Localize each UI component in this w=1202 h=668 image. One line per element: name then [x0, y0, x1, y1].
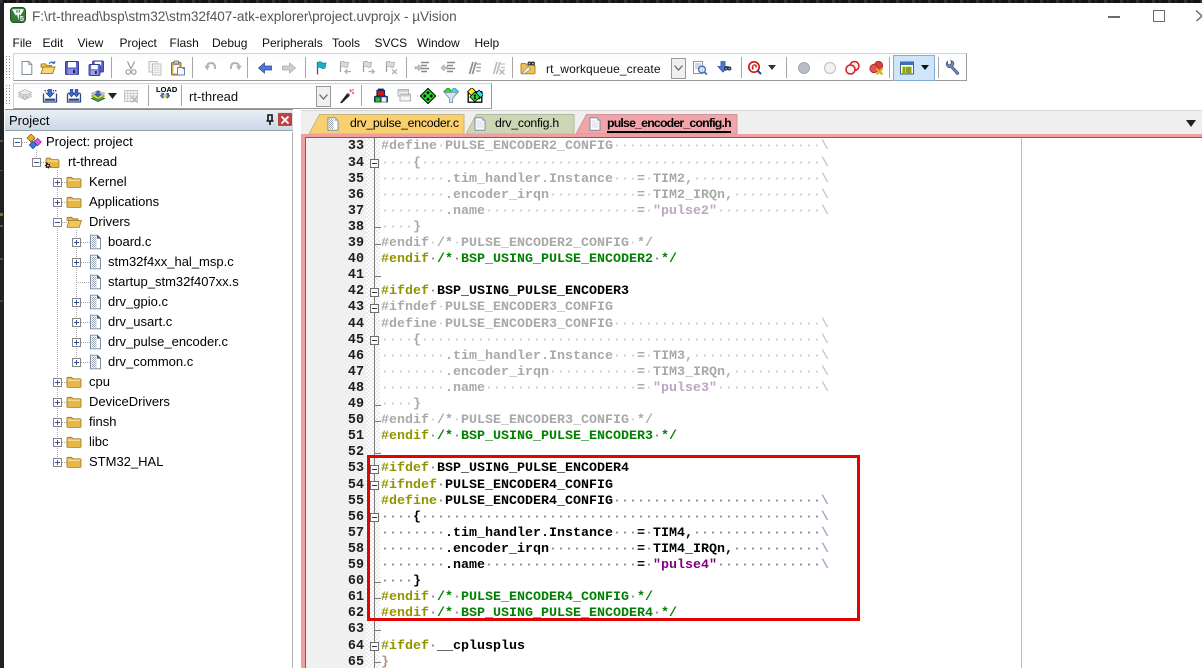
svg-text:5: 5 [20, 14, 24, 23]
